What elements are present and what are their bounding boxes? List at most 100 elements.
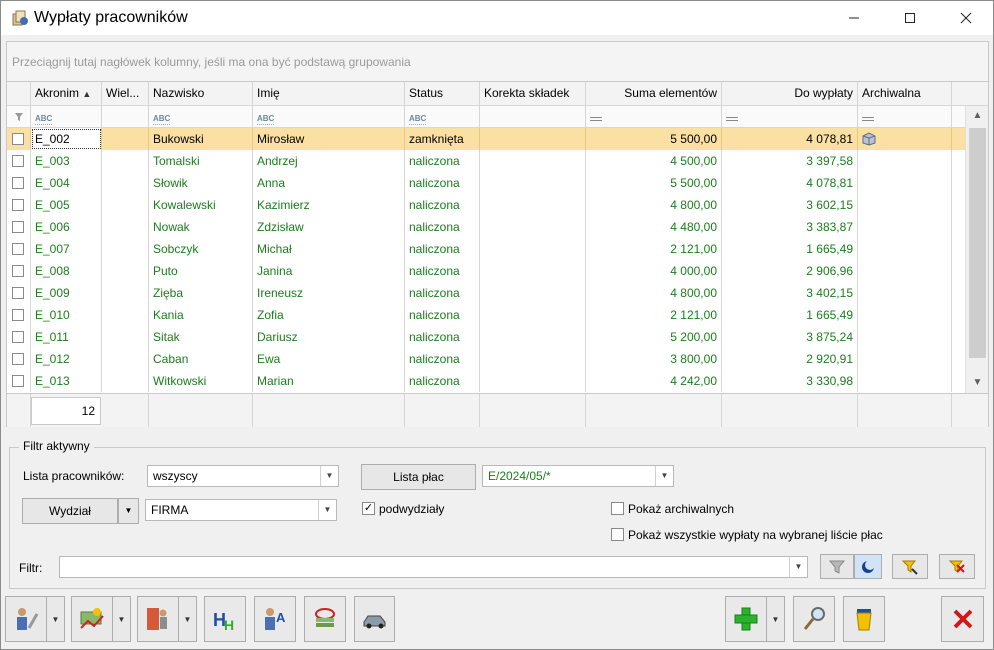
cell-status[interactable]: naliczona [405,370,480,392]
cell-wiel[interactable] [102,128,149,150]
cell-suma[interactable]: 5 200,00 [586,326,722,348]
row-checkbox-cell[interactable] [7,172,31,194]
cell-akronim[interactable]: E_005 [31,194,102,216]
row-checkbox[interactable] [12,287,24,299]
cell-dowyplaty[interactable]: 3 383,87 [722,216,858,238]
cell-nazwisko[interactable]: Tomalski [149,150,253,172]
row-checkbox-cell[interactable] [7,150,31,172]
cell-archiwalna[interactable] [858,194,952,216]
table-row[interactable]: E_013 Witkowski Marian naliczona 4 242,00 3 3… [7,370,965,392]
cell-imie[interactable]: Dariusz [253,326,405,348]
cell-akronim[interactable]: E_008 [31,260,102,282]
cell-imie[interactable]: Ewa [253,348,405,370]
row-checkbox-cell[interactable] [7,326,31,348]
row-checkbox-cell[interactable] [7,238,31,260]
filter-dowyplaty[interactable] [722,106,858,127]
calculate-payout-dropdown[interactable]: ▼ [47,596,65,642]
cell-status[interactable]: zamknięta [405,128,480,150]
cell-suma[interactable]: 4 000,00 [586,260,722,282]
cell-korekta[interactable] [480,238,586,260]
row-checkbox[interactable] [12,353,24,365]
cell-status[interactable]: naliczona [405,348,480,370]
cell-korekta[interactable] [480,128,586,150]
column-header-suma[interactable]: Suma elementów [586,82,722,105]
cell-dowyplaty[interactable]: 3 875,24 [722,326,858,348]
cell-korekta[interactable] [480,348,586,370]
cell-korekta[interactable] [480,282,586,304]
cell-wiel[interactable] [102,304,149,326]
cell-korekta[interactable] [480,150,586,172]
cell-nazwisko[interactable]: Sitak [149,326,253,348]
employee-card-dropdown[interactable]: ▼ [179,596,197,642]
add-dropdown[interactable]: ▼ [767,596,785,642]
column-header-dowyplaty[interactable]: Do wypłaty [722,82,858,105]
table-row[interactable]: E_012 Caban Ewa naliczona 3 800,00 2 920,91 [7,348,965,370]
subdepartments-checkbox[interactable]: ✓ [362,502,375,515]
payroll-list-select[interactable]: E/2024/05/* ▼ [482,465,674,487]
column-header-akronim[interactable]: Akronim ▲ [31,82,102,105]
department-select[interactable]: FIRMA ▼ [145,499,337,521]
cell-imie[interactable]: Andrzej [253,150,405,172]
filter-imie[interactable]: ABC [253,106,405,127]
cell-korekta[interactable] [480,216,586,238]
table-row[interactable]: E_002 Bukowski Mirosław zamknięta 5 500,00 4 … [7,128,965,150]
cell-imie[interactable]: Mirosław [253,128,405,150]
delete-button[interactable] [843,596,885,642]
table-row[interactable]: E_008 Puto Janina naliczona 4 000,00 2 906,96 [7,260,965,282]
cell-nazwisko[interactable]: Caban [149,348,253,370]
moon-filter-button[interactable] [854,554,882,579]
transfer-money-button[interactable] [304,596,346,642]
cell-archiwalna[interactable] [858,216,952,238]
row-checkbox[interactable] [12,155,24,167]
row-checkbox-cell[interactable] [7,260,31,282]
cell-wiel[interactable] [102,282,149,304]
cell-wiel[interactable] [102,326,149,348]
cell-korekta[interactable] [480,370,586,392]
cell-wiel[interactable] [102,194,149,216]
person-text-button[interactable]: A [254,596,296,642]
cell-dowyplaty[interactable]: 1 665,49 [722,238,858,260]
maximize-button[interactable] [887,1,933,35]
row-checkbox[interactable] [12,375,24,387]
cell-akronim[interactable]: E_009 [31,282,102,304]
column-header-status[interactable]: Status [405,82,480,105]
cell-wiel[interactable] [102,216,149,238]
table-row[interactable]: E_006 Nowak Zdzisław naliczona 4 480,00 3 383… [7,216,965,238]
cell-nazwisko[interactable]: Puto [149,260,253,282]
filter-wizard-button[interactable] [892,554,928,579]
cell-archiwalna[interactable] [858,128,952,150]
cell-wiel[interactable] [102,238,149,260]
cell-suma[interactable]: 4 500,00 [586,150,722,172]
cell-archiwalna[interactable] [858,260,952,282]
cell-wiel[interactable] [102,172,149,194]
cell-nazwisko[interactable]: Zięba [149,282,253,304]
cell-imie[interactable]: Michał [253,238,405,260]
column-header-archiwalna[interactable]: Archiwalna [858,82,952,105]
cell-imie[interactable]: Zofia [253,304,405,326]
cell-archiwalna[interactable] [858,304,952,326]
table-row[interactable]: E_005 Kowalewski Kazimierz naliczona 4 800,0… [7,194,965,216]
cell-imie[interactable]: Kazimierz [253,194,405,216]
cell-status[interactable]: naliczona [405,260,480,282]
apply-filter-button[interactable] [820,554,854,579]
cell-nazwisko[interactable]: Kania [149,304,253,326]
row-checkbox[interactable] [12,309,24,321]
cell-dowyplaty[interactable]: 2 906,96 [722,260,858,282]
cell-status[interactable]: naliczona [405,304,480,326]
row-checkbox[interactable] [12,243,24,255]
cell-wiel[interactable] [102,370,149,392]
department-dropdown-button[interactable]: ▼ [118,498,139,524]
employee-list-select[interactable]: wszyscy ▼ [147,465,339,487]
filter-nazwisko[interactable]: ABC [149,106,253,127]
cell-suma[interactable]: 5 500,00 [586,172,722,194]
cell-nazwisko[interactable]: Bukowski [149,128,253,150]
filter-suma[interactable] [586,106,722,127]
column-header-korekta[interactable]: Korekta składek [480,82,586,105]
clear-filter-button[interactable] [939,554,975,579]
cell-archiwalna[interactable] [858,172,952,194]
cell-status[interactable]: naliczona [405,238,480,260]
cell-akronim[interactable]: E_010 [31,304,102,326]
cell-status[interactable]: naliczona [405,326,480,348]
cell-status[interactable]: naliczona [405,150,480,172]
department-button[interactable]: Wydział [22,498,118,524]
